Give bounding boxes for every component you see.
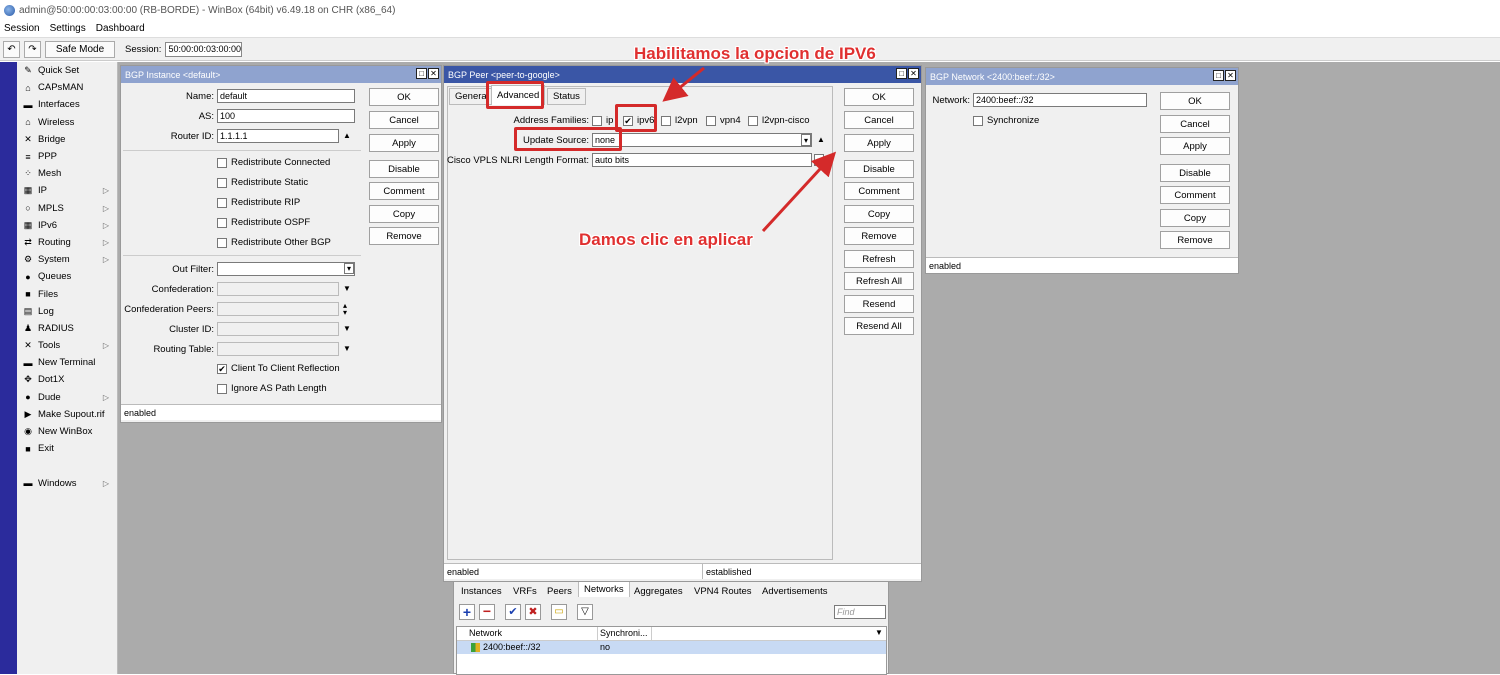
arrow-to-ipv6 [662, 66, 705, 102]
annotation-apply: Damos clic en aplicar [579, 230, 753, 249]
annotation-arrows [662, 66, 837, 233]
arrow-to-apply [761, 151, 837, 233]
annotation-ipv6: Habilitamos la opcion de IPV6 [634, 44, 876, 63]
